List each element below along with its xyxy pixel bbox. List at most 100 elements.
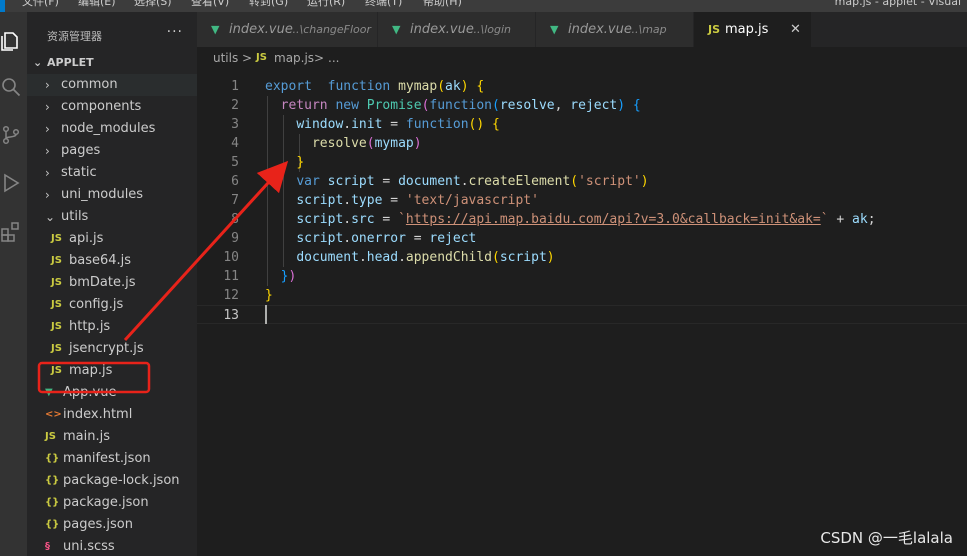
vue-file-icon: ▼ <box>211 23 220 36</box>
tree-item-api-js[interactable]: JS api.js <box>27 228 197 250</box>
code-token: function <box>327 79 391 94</box>
explorer-title: 资源管理器 <box>47 30 102 43</box>
tree-item-config-js[interactable]: JS config.js <box>27 294 197 316</box>
code-line[interactable]: 1 export function mymap(ak) { <box>197 77 967 96</box>
code-line[interactable]: 4 resolve(mymap) <box>197 134 967 153</box>
code-line[interactable]: 12} <box>197 286 967 305</box>
code-line[interactable]: 13 <box>197 305 967 324</box>
menu-terminal[interactable]: 终端(T) <box>365 0 402 7</box>
editor-tab[interactable]: JS map.js ✕ <box>694 12 812 47</box>
explorer-icon[interactable] <box>0 30 22 52</box>
tree-item-pages-json[interactable]: {} pages.json <box>27 514 197 536</box>
menu-go[interactable]: 转到(G) <box>249 0 288 7</box>
editor-tab[interactable]: ▼ index.vue ...\changeFloor <box>197 12 378 47</box>
menu-file[interactable]: 文件(F) <box>22 0 59 7</box>
tab-label: map.js <box>725 22 769 37</box>
tree-item-http-js[interactable]: JS http.js <box>27 316 197 338</box>
menu-edit[interactable]: 编辑(E) <box>78 0 116 7</box>
vue-file-icon: ▼ <box>550 23 559 36</box>
code-line[interactable]: 7 script.type = 'text/javascript' <box>197 191 967 210</box>
tree-item-map-js[interactable]: JS map.js <box>27 360 197 382</box>
menu-run[interactable]: 运行(R) <box>307 0 345 7</box>
tree-item-label: map.js <box>69 363 113 378</box>
code-line[interactable]: 10 document.head.appendChild(script) <box>197 248 967 267</box>
tree-item-package-json[interactable]: {} package.json <box>27 492 197 514</box>
workspace-name: APPLET <box>47 56 94 69</box>
tree-item-components[interactable]: › components <box>27 96 197 118</box>
chevron-right-icon: › <box>45 144 50 158</box>
vue-file-icon: ▼ <box>392 23 401 36</box>
tree-item-label: components <box>61 99 142 114</box>
tree-item-node-modules[interactable]: › node_modules <box>27 118 197 140</box>
run-debug-icon[interactable] <box>0 172 22 194</box>
tree-item-label: common <box>61 77 118 92</box>
tree-item-main-js[interactable]: JS main.js <box>27 426 197 448</box>
line-number: 2 <box>231 98 239 113</box>
tree-item-bmdate-js[interactable]: JS bmDate.js <box>27 272 197 294</box>
code-line[interactable]: 6 var script = document.createElement('sc… <box>197 172 967 191</box>
code-token: ` <box>820 212 829 227</box>
workspace-section-header[interactable]: ⌄ APPLET <box>27 52 197 74</box>
code-token: . <box>460 174 469 189</box>
html-file-icon: <> <box>45 409 62 420</box>
tab-description: ...\changeFloor <box>289 23 372 36</box>
breadcrumb-file[interactable]: map.js <box>274 47 314 69</box>
tree-item-label: App.vue <box>63 385 117 400</box>
tree-item-uni-scss[interactable]: § uni.scss <box>27 536 197 556</box>
code-token: ) <box>546 250 555 265</box>
js-file-icon: JS <box>51 343 62 354</box>
line-number: 8 <box>231 212 239 227</box>
explorer-header: 资源管理器 ··· <box>27 12 197 52</box>
code-text: resolve(mymap) <box>312 134 422 153</box>
tree-item-common[interactable]: › common <box>27 74 197 96</box>
code-line[interactable]: 9 script.onerror = reject <box>197 229 967 248</box>
tree-item-manifest-json[interactable]: {} manifest.json <box>27 448 197 470</box>
code-token: . <box>358 250 367 265</box>
js-file-icon: JS <box>51 299 62 310</box>
tree-item-app-vue[interactable]: ▼ App.vue <box>27 382 197 404</box>
tree-item-package-lock-json[interactable]: {} package-lock.json <box>27 470 197 492</box>
extensions-icon[interactable] <box>0 220 22 242</box>
tree-item-utils[interactable]: ⌄ utils <box>27 206 197 228</box>
line-number: 13 <box>223 308 239 323</box>
editor-tab[interactable]: ▼ index.vue ...\map <box>536 12 694 47</box>
tree-item-uni-modules[interactable]: › uni_modules <box>27 184 197 206</box>
code-line[interactable]: 3 window.init = function() { <box>197 115 967 134</box>
code-token: src <box>351 212 375 227</box>
code-token: resolve <box>311 136 367 151</box>
tree-item-base64-js[interactable]: JS base64.js <box>27 250 197 272</box>
code-token: = <box>405 231 430 246</box>
menu-selection[interactable]: 选择(S) <box>134 0 172 7</box>
menu-help[interactable]: 帮助(H) <box>423 0 462 7</box>
tree-item-index-html[interactable]: <> index.html <box>27 404 197 426</box>
code-token: { <box>476 79 485 94</box>
close-tab-icon[interactable]: ✕ <box>790 12 801 47</box>
code-text: script.src = `https://api.map.baidu.com/… <box>296 210 875 229</box>
tree-item-static[interactable]: › static <box>27 162 197 184</box>
source-control-icon[interactable] <box>0 124 22 146</box>
code-editor[interactable]: 1 export function mymap(ak) {2 return new … <box>197 69 967 556</box>
code-line[interactable]: 5} <box>197 153 967 172</box>
code-line[interactable]: 2 return new Promise(function(resolve, re… <box>197 96 967 115</box>
tree-item-jsencrypt-js[interactable]: JS jsencrypt.js <box>27 338 197 360</box>
search-icon[interactable] <box>0 76 22 98</box>
menu-bar: 文件(F) 编辑(E) 选择(S) 查看(V) 转到(G) 运行(R) 终端(T… <box>0 0 967 12</box>
code-token: } <box>296 155 305 170</box>
tree-item-pages[interactable]: › pages <box>27 140 197 162</box>
line-number: 7 <box>231 193 239 208</box>
more-actions-button[interactable]: ··· <box>167 24 183 40</box>
line-number: 9 <box>231 231 239 246</box>
breadcrumb-symbols[interactable]: ... <box>328 47 339 69</box>
code-line[interactable]: 11}) <box>197 267 967 286</box>
code-token: ( <box>492 250 500 265</box>
menu-view[interactable]: 查看(V) <box>191 0 229 7</box>
tree-item-label: uni_modules <box>61 187 144 202</box>
tab-label: index.vue <box>568 22 632 37</box>
code-line[interactable]: 8 script.src = `https://api.map.baidu.com… <box>197 210 967 229</box>
editor-tab[interactable]: ▼ index.vue ...\login <box>378 12 536 47</box>
code-token: mymap <box>398 79 438 94</box>
breadcrumb-folder[interactable]: utils <box>213 47 238 69</box>
window-title: map.js - applet - Visual <box>834 0 961 8</box>
